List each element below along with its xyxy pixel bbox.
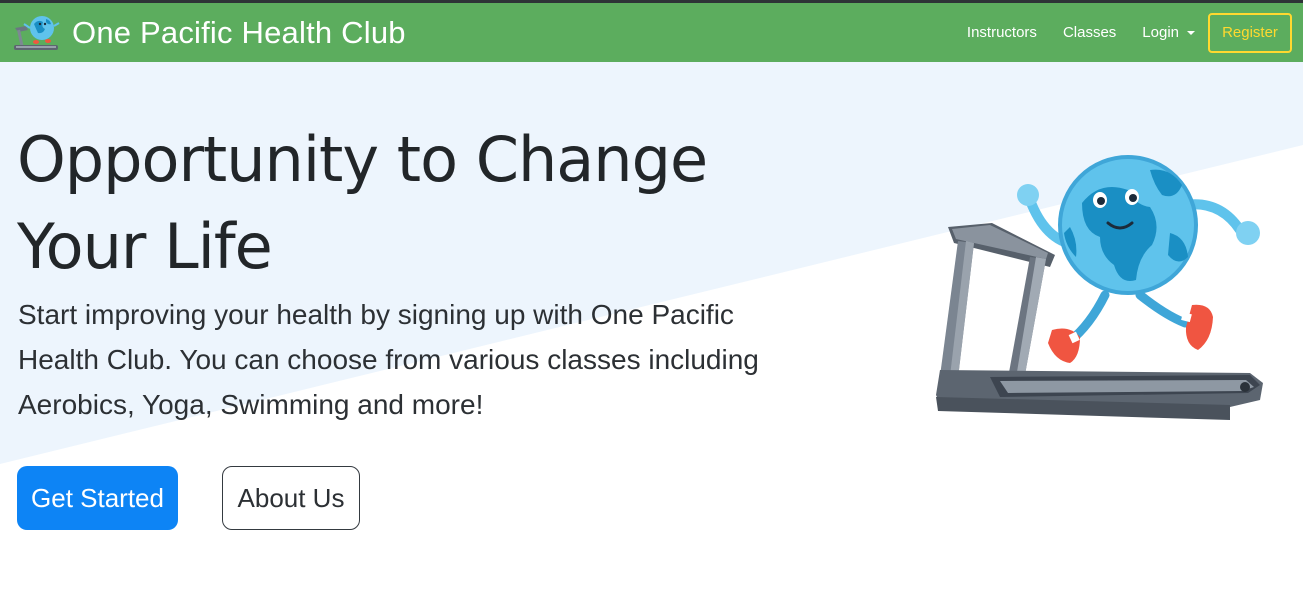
caret-down-icon [1187,30,1195,35]
hero-title: Opportunity to Change Your Life [17,123,708,283]
navbar: One Pacific Health Club Instructors Clas… [0,3,1303,62]
brand-name: One Pacific Health Club [72,14,406,50]
nav-link-classes[interactable]: Classes [1063,24,1116,41]
nav-dropdown-login[interactable]: Login [1142,24,1195,41]
globe-treadmill-logo-icon [14,15,60,50]
brand-link[interactable]: One Pacific Health Club [12,12,406,54]
globe-running-on-treadmill-illustration [936,155,1263,420]
nav-menu: Instructors Classes Login Register [941,3,1292,62]
register-button[interactable]: Register [1208,12,1292,53]
hero-description: Start improving your health by signing u… [18,299,759,420]
get-started-button[interactable]: Get Started [17,466,178,530]
about-us-button[interactable]: About Us [222,466,360,530]
nav-link-instructors[interactable]: Instructors [967,24,1037,41]
login-label: Login [1142,24,1179,41]
